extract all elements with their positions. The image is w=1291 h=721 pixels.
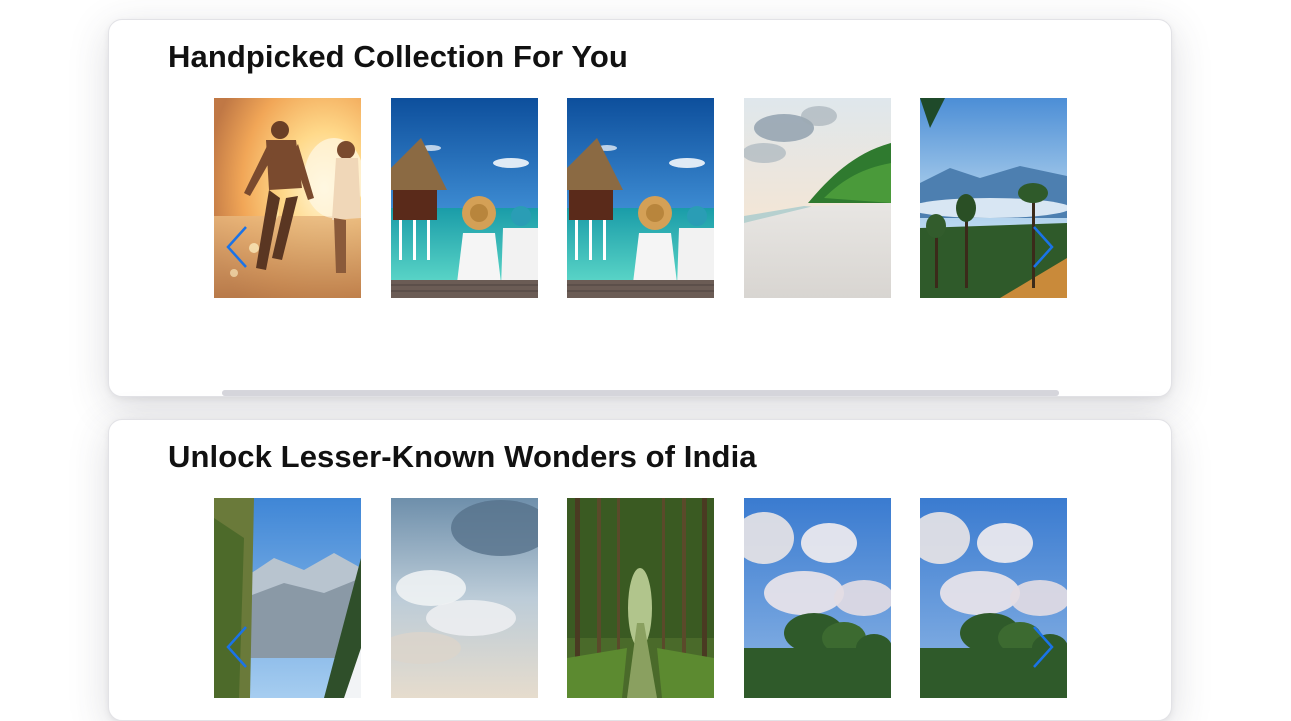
tropical-beach-photo	[744, 98, 891, 298]
tile-overwater-villa-2[interactable]	[567, 98, 714, 298]
chevron-right-icon	[1033, 626, 1054, 668]
tile-forest-road[interactable]	[567, 498, 714, 698]
lesser-known-wonders-card: Unlock Lesser-Known Wonders of India	[108, 419, 1172, 721]
chevron-right-icon	[1033, 226, 1054, 268]
tile-tropical-beach[interactable]	[744, 98, 891, 298]
horizontal-scrollbar[interactable]	[222, 390, 1059, 396]
tile-overwater-villa-1[interactable]	[391, 98, 538, 298]
couple-overwater-villa-photo	[567, 98, 714, 298]
carousel-prev-button[interactable]	[224, 625, 250, 669]
tile-cloudy-sky[interactable]	[391, 498, 538, 698]
section-title: Handpicked Collection For You	[168, 39, 628, 74]
chevron-left-icon	[226, 626, 247, 668]
carousel-next-button[interactable]	[1030, 225, 1056, 269]
scrollbar-thumb[interactable]	[222, 390, 1059, 396]
handpicked-collection-card: Handpicked Collection For You	[108, 19, 1172, 397]
section-title: Unlock Lesser-Known Wonders of India	[168, 439, 757, 474]
cloudy-sky-photo	[391, 498, 538, 698]
cloud-trees-photo	[744, 498, 891, 698]
chevron-left-icon	[226, 226, 247, 268]
forest-road-photo	[567, 498, 714, 698]
couple-overwater-villa-photo	[391, 98, 538, 298]
carousel-next-button[interactable]	[1030, 625, 1056, 669]
carousel-prev-button[interactable]	[224, 225, 250, 269]
tile-cloud-trees-1[interactable]	[744, 498, 891, 698]
